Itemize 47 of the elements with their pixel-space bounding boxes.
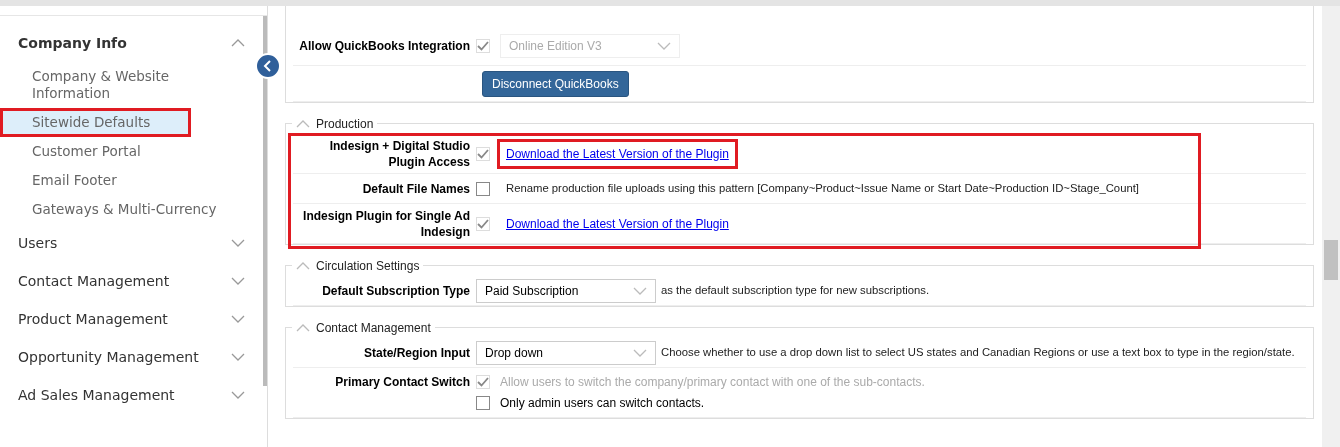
checkbox[interactable] (476, 181, 490, 196)
setting-description: as the default subscription type for new subscriptions. (661, 283, 930, 299)
collapse-icon[interactable] (296, 261, 310, 271)
sidebar-item[interactable]: Customer Portal (0, 137, 261, 166)
section-title: Production (316, 116, 374, 133)
download-link[interactable]: Download the Latest Version of the Plugin (500, 211, 735, 236)
expand-icon[interactable] (231, 276, 245, 286)
setting-label: Indesign Plugin for Single Ad Indesign (302, 207, 471, 240)
section-title: Circulation Settings (316, 258, 420, 275)
sidebar-item[interactable]: Company & Website Information (0, 62, 261, 108)
setting-label: Default File Names (361, 180, 471, 197)
option-label: Allow users to switch the company/primary contact with one of the sub-contacts. (500, 374, 925, 391)
download-link[interactable]: Download the Latest Version of the Plugin (500, 141, 735, 166)
setting-label: Primary Contact Switch (334, 374, 471, 390)
expand-icon[interactable] (231, 314, 245, 324)
setting-label: State/Region Input (363, 344, 471, 361)
expand-icon[interactable] (231, 390, 245, 400)
sidebar-group[interactable]: Users (0, 224, 267, 262)
collapse-icon[interactable] (296, 119, 310, 129)
sidebar-item[interactable]: Gateways & Multi-Currency (0, 195, 261, 224)
collapse-icon[interactable] (296, 323, 310, 333)
disconnect-button[interactable]: Disconnect QuickBooks (482, 70, 629, 97)
collapse-icon[interactable] (231, 38, 245, 48)
sidebar-item[interactable]: Sitewide Defaults (0, 108, 191, 137)
collapse-sidebar-button[interactable] (255, 53, 281, 79)
expand-icon[interactable] (231, 238, 245, 248)
scrollbar[interactable] (1322, 6, 1340, 447)
sidebar-item[interactable]: Email Footer (0, 166, 261, 195)
setting-label: Default Subscription Type (321, 282, 471, 299)
setting-label: Indesign + Digital Studio Plugin Access (328, 137, 471, 170)
dropdown[interactable]: Drop down (476, 340, 656, 365)
checkbox[interactable] (476, 396, 490, 410)
dropdown[interactable]: Paid Subscription (476, 278, 656, 303)
sidebar-group[interactable]: Product Management (0, 300, 267, 338)
setting-description: Choose whether to use a drop down list to select US states and Canadian Regions or use a text box to type in the region/state. (661, 345, 1295, 361)
setting-label: Allow QuickBooks Integration (298, 37, 471, 54)
option-label: Only admin users can switch contacts. (500, 395, 705, 412)
sidebar-group[interactable]: Ad Sales Management (0, 376, 267, 414)
caret-icon[interactable] (633, 347, 647, 358)
sidebar-group[interactable]: Opportunity Management (0, 338, 267, 376)
expand-icon[interactable] (231, 352, 245, 362)
chevron-left-icon (263, 60, 273, 72)
section-title: Contact Management (316, 320, 431, 337)
setting-description: Rename production file uploads using this pattern [Company~Product~Issue Name or Start Date~Production ID~Stage_Count] (505, 181, 1139, 197)
caret-icon[interactable] (633, 285, 647, 296)
sidebar-group[interactable]: Company Info (0, 24, 267, 62)
sidebar-group[interactable]: Contact Management (0, 262, 267, 300)
